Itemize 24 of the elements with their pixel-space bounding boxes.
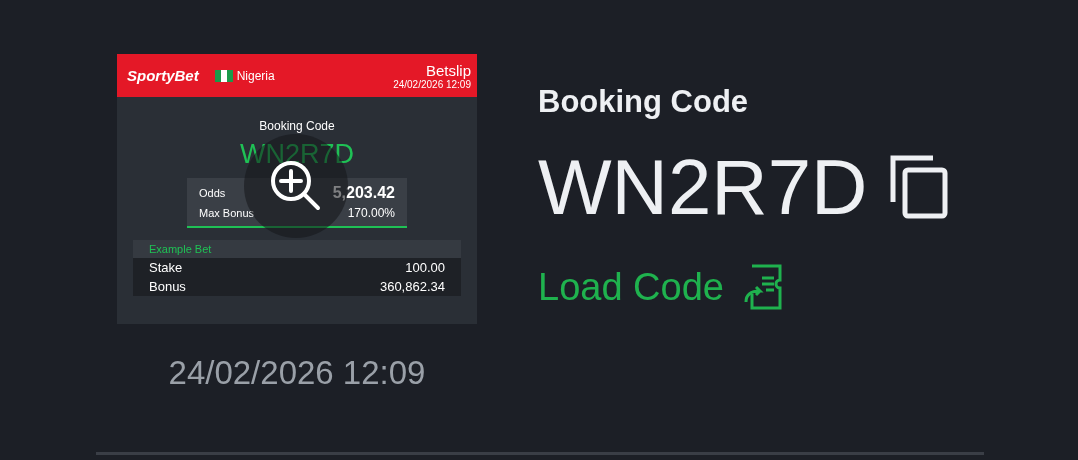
booking-code-label: Booking Code <box>538 84 750 120</box>
row-value: 360,862.34 <box>379 279 445 294</box>
copy-button[interactable] <box>889 154 950 220</box>
row-label: Bonus <box>149 279 186 294</box>
flag-icon <box>214 69 233 82</box>
row-value: 100.00 <box>405 260 445 275</box>
booking-code-label: Booking Code <box>259 119 335 133</box>
summary-value: 5,203.42 <box>332 184 395 202</box>
booking-code: WN2R7D <box>240 139 354 170</box>
load-code-button[interactable]: Load Code <box>538 264 950 310</box>
summary-label: Odds <box>199 187 226 199</box>
summary-value: 170.00% <box>347 206 395 220</box>
country-label: Nigeria <box>236 68 275 83</box>
summary-label: Max Bonus <box>199 207 255 219</box>
betslip-title: Betslip <box>425 61 471 79</box>
row-label: Stake <box>149 260 183 275</box>
example-bet-title: Example Bet <box>133 240 461 258</box>
betslip-preview[interactable]: SportyBet Nigeria Betslip 24/02/2026 12:09 Booking Code WN2R7D Odds 5,203.42 Max Bonus 170.00% Example Bet Stake 100.00 Bonus 360,862.34 <box>117 54 477 324</box>
betslip-date: 24/02/2026 12:09 <box>393 78 471 90</box>
copy-icon <box>889 154 950 220</box>
brand-logo: SportyBet <box>127 67 199 84</box>
booking-code: WN2R7D <box>538 148 868 226</box>
date-text: 24/02/2026 12:09 <box>168 354 426 392</box>
ticket-icon <box>743 264 784 310</box>
